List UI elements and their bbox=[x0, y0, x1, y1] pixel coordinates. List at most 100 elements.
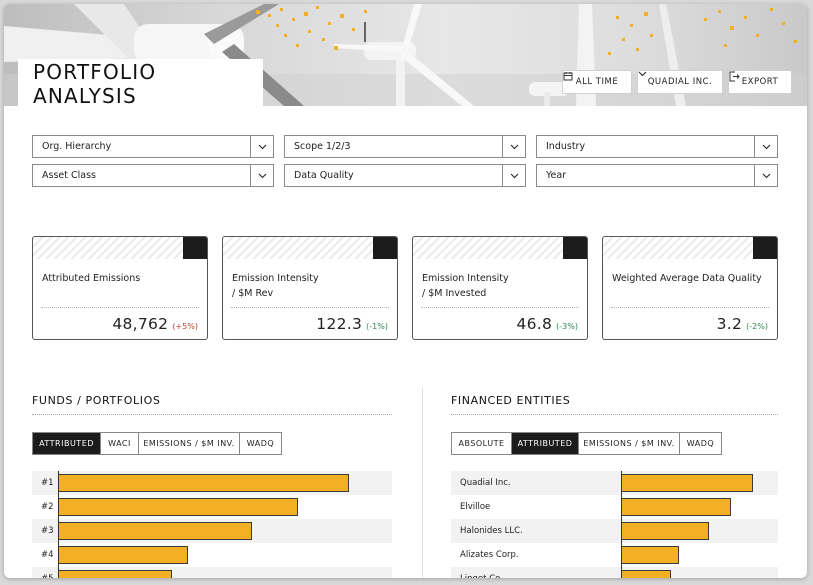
bar bbox=[621, 570, 671, 578]
kpi-change: (-3%) bbox=[556, 322, 578, 331]
card-stripe bbox=[223, 237, 373, 259]
export-button[interactable]: EXPORT bbox=[728, 70, 792, 94]
chevron-down-icon bbox=[638, 71, 647, 77]
chevron-down-icon bbox=[754, 165, 777, 186]
hero-banner: PORTFOLIO ANALYSIS ALL TIME QUADIAL INC.… bbox=[4, 4, 807, 106]
section-vertical-divider bbox=[422, 388, 423, 578]
chevron-down-icon bbox=[502, 165, 525, 186]
filter-scope[interactable]: Scope 1/2/3 bbox=[284, 135, 526, 158]
filter-label: Industry bbox=[546, 141, 586, 152]
kpi-value-group: 3.2 (-2%) bbox=[717, 315, 768, 333]
funds-bar-list: #1 #2 #3 #4 #5 bbox=[32, 471, 392, 578]
card-corner-block bbox=[183, 237, 207, 259]
list-item[interactable]: Alizates Corp. bbox=[451, 543, 778, 567]
kpi-value-group: 48,762 (+5%) bbox=[112, 315, 198, 333]
filter-label: Asset Class bbox=[42, 170, 96, 181]
filter-year[interactable]: Year bbox=[536, 164, 778, 187]
bar bbox=[621, 546, 679, 564]
bar bbox=[621, 522, 709, 540]
tab-emissions-per-inv[interactable]: EMISSIONS / $M INV. bbox=[139, 433, 240, 454]
kpi-card-attributed-emissions: Attributed Emissions 48,762 (+5%) bbox=[32, 236, 208, 340]
kpi-change: (+5%) bbox=[172, 322, 198, 331]
list-item[interactable]: Quadial Inc. bbox=[451, 471, 778, 495]
tab-wadq[interactable]: WADQ bbox=[680, 433, 721, 454]
company-label: QUADIAL INC. bbox=[647, 77, 713, 87]
kpi-value-group: 122.3 (-1%) bbox=[316, 315, 388, 333]
entities-axis-line bbox=[621, 471, 622, 578]
bar bbox=[58, 570, 172, 578]
row-label: Elvilloe bbox=[460, 502, 491, 512]
kpi-value-group: 46.8 (-3%) bbox=[516, 315, 578, 333]
card-divider bbox=[41, 307, 199, 308]
list-item[interactable]: Elvilloe bbox=[451, 495, 778, 519]
card-corner-block bbox=[563, 237, 587, 259]
calendar-icon bbox=[563, 72, 573, 81]
card-stripe bbox=[603, 237, 753, 259]
bar bbox=[621, 498, 731, 516]
filter-label: Year bbox=[546, 170, 567, 181]
list-item[interactable]: #4 bbox=[32, 543, 392, 567]
all-time-label: ALL TIME bbox=[575, 77, 619, 87]
tab-waci[interactable]: WACI bbox=[101, 433, 139, 454]
card-stripe bbox=[33, 237, 183, 259]
card-corner-block bbox=[753, 237, 777, 259]
kpi-value: 3.2 bbox=[716, 315, 743, 333]
page-title-box: PORTFOLIO ANALYSIS bbox=[18, 59, 263, 106]
card-corner-block bbox=[373, 237, 397, 259]
card-divider bbox=[231, 307, 389, 308]
list-item[interactable]: #5 bbox=[32, 567, 392, 578]
company-select-button[interactable]: QUADIAL INC. bbox=[637, 70, 723, 94]
filter-data-quality[interactable]: Data Quality bbox=[284, 164, 526, 187]
row-label: #3 bbox=[41, 526, 54, 536]
kpi-change: (-1%) bbox=[366, 322, 388, 331]
export-icon bbox=[729, 71, 740, 82]
row-label: #2 bbox=[41, 502, 54, 512]
row-label: #4 bbox=[41, 550, 54, 560]
chevron-down-icon bbox=[250, 165, 273, 186]
tab-attributed[interactable]: ATTRIBUTED bbox=[33, 433, 101, 454]
filter-label: Data Quality bbox=[294, 170, 354, 181]
tab-emissions-per-inv[interactable]: EMISSIONS / $M INV. bbox=[579, 433, 680, 454]
entities-tabs: ABSOLUTE ATTRIBUTED EMISSIONS / $M INV. … bbox=[451, 432, 722, 455]
chevron-down-icon bbox=[250, 136, 273, 157]
kpi-card-data-quality: Weighted Average Data Quality 3.2 (-2%) bbox=[602, 236, 778, 340]
kpi-label: Emission Intensity / $M Invested bbox=[422, 273, 509, 299]
section-divider bbox=[451, 414, 778, 415]
funds-tabs: ATTRIBUTED WACI EMISSIONS / $M INV. WADQ bbox=[32, 432, 282, 455]
bar bbox=[621, 474, 753, 492]
kpi-card-intensity-invested: Emission Intensity / $M Invested 46.8 (-3… bbox=[412, 236, 588, 340]
kpi-change: (-2%) bbox=[746, 322, 768, 331]
bar bbox=[58, 498, 298, 516]
list-item[interactable]: #2 bbox=[32, 495, 392, 519]
funds-section-title: FUNDS / PORTFOLIOS bbox=[32, 394, 161, 407]
tab-wadq[interactable]: WADQ bbox=[240, 433, 281, 454]
kpi-value: 122.3 bbox=[316, 315, 363, 333]
card-stripe bbox=[413, 237, 563, 259]
filter-industry[interactable]: Industry bbox=[536, 135, 778, 158]
kpi-label: Emission Intensity / $M Rev bbox=[232, 273, 319, 299]
bar bbox=[58, 474, 349, 492]
list-item[interactable]: #3 bbox=[32, 519, 392, 543]
export-label: EXPORT bbox=[741, 77, 779, 87]
row-label: #1 bbox=[41, 478, 54, 488]
row-label: Linget Co. bbox=[460, 567, 503, 578]
tab-absolute[interactable]: ABSOLUTE bbox=[452, 433, 512, 454]
filter-asset-class[interactable]: Asset Class bbox=[32, 164, 274, 187]
list-item[interactable]: Halonides LLC. bbox=[451, 519, 778, 543]
chevron-down-icon bbox=[502, 136, 525, 157]
tab-attributed[interactable]: ATTRIBUTED bbox=[512, 433, 579, 454]
filter-org-hierarchy[interactable]: Org. Hierarchy bbox=[32, 135, 274, 158]
list-item[interactable]: Linget Co. bbox=[451, 567, 778, 578]
row-label: Alizates Corp. bbox=[460, 550, 519, 560]
kpi-label: Attributed Emissions bbox=[42, 273, 141, 284]
row-label: Halonides LLC. bbox=[460, 526, 523, 536]
kpi-card-intensity-rev: Emission Intensity / $M Rev 122.3 (-1%) bbox=[222, 236, 398, 340]
all-time-button[interactable]: ALL TIME bbox=[562, 70, 632, 94]
list-item[interactable]: #1 bbox=[32, 471, 392, 495]
filter-label: Org. Hierarchy bbox=[42, 141, 112, 152]
card-divider bbox=[611, 307, 769, 308]
entities-section-title: FINANCED ENTITIES bbox=[451, 394, 571, 407]
section-divider bbox=[32, 414, 392, 415]
row-label: #5 bbox=[41, 567, 54, 578]
entities-bar-list: Quadial Inc. Elvilloe Halonides LLC. Ali… bbox=[451, 471, 778, 578]
